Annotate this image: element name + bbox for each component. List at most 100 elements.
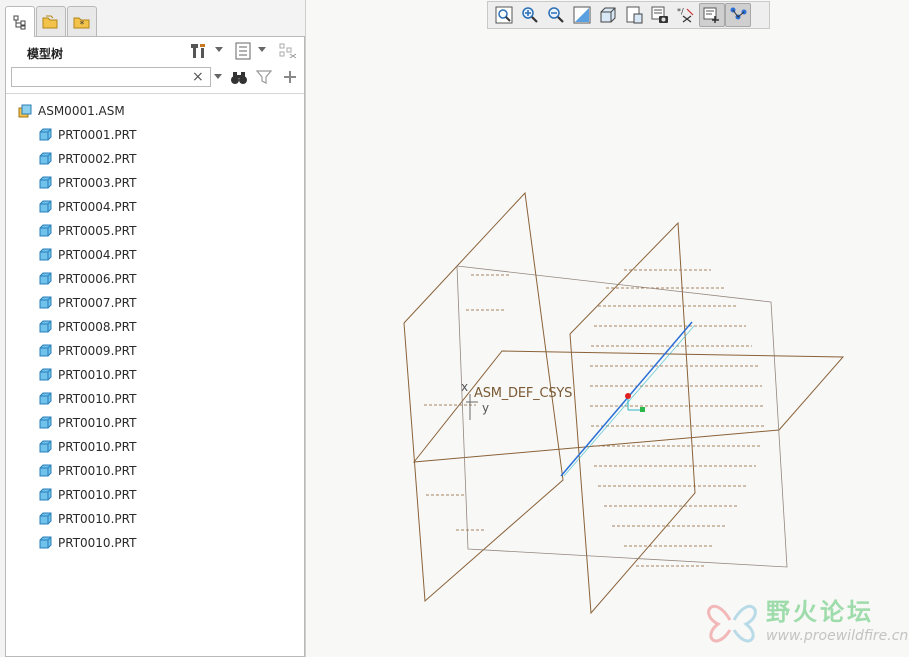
part-icon bbox=[39, 152, 52, 165]
tree-item-part[interactable]: PRT0010.PRT bbox=[38, 485, 136, 505]
model-tree-title: 模型树 bbox=[27, 47, 64, 61]
model-tree-search-input[interactable] bbox=[11, 67, 211, 87]
part-icon bbox=[39, 200, 52, 213]
zoom-in-icon bbox=[522, 7, 538, 23]
watermark-logo-icon bbox=[707, 604, 757, 643]
part-icon bbox=[39, 512, 52, 525]
saved-orientations-button[interactable] bbox=[621, 3, 647, 27]
tree-item-part[interactable]: PRT0005.PRT bbox=[38, 221, 136, 241]
tree-item-part[interactable]: PRT0008.PRT bbox=[38, 317, 136, 337]
csys-axis-y-label: y bbox=[482, 401, 490, 415]
filter-icon[interactable] bbox=[255, 67, 273, 87]
part-icon bbox=[39, 392, 52, 405]
divider bbox=[6, 93, 304, 94]
tree-item-label: PRT0010.PRT bbox=[58, 440, 137, 454]
tree-item-label: PRT0008.PRT bbox=[58, 320, 137, 334]
tree-item-part[interactable]: PRT0002.PRT bbox=[38, 149, 136, 169]
part-icon bbox=[39, 464, 52, 477]
tree-item-label: PRT0001.PRT bbox=[58, 128, 137, 142]
tree-item-part[interactable]: PRT0004.PRT bbox=[38, 245, 136, 265]
favorites-tab-icon: * bbox=[73, 17, 90, 30]
tree-item-part[interactable]: PRT0001.PRT bbox=[38, 125, 136, 145]
tree-item-part[interactable]: PRT0010.PRT bbox=[38, 509, 136, 529]
assembly-icon bbox=[18, 104, 32, 118]
model-tree-panel: 模型树 × ASM0001.ASM PRT0001.PRT PRT0002.PR… bbox=[5, 36, 305, 657]
zoom-in-button[interactable] bbox=[517, 3, 543, 27]
tree-item-part[interactable]: PRT0006.PRT bbox=[38, 269, 136, 289]
datum-display-filters-button[interactable]: */ bbox=[673, 3, 699, 27]
annotation-display-icon bbox=[730, 7, 747, 20]
zoom-out-icon bbox=[548, 7, 564, 23]
part-icon bbox=[39, 344, 52, 357]
tree-item-part[interactable]: PRT0010.PRT bbox=[38, 461, 136, 481]
tree-item-part[interactable]: PRT0010.PRT bbox=[38, 365, 136, 385]
repaint-button[interactable] bbox=[569, 3, 595, 27]
model-tree-tab-icon bbox=[13, 15, 26, 30]
part-icon bbox=[39, 440, 52, 453]
tree-item-part[interactable]: PRT0009.PRT bbox=[38, 341, 136, 361]
part-icon bbox=[39, 176, 52, 189]
tree-item-label: PRT0010.PRT bbox=[58, 392, 137, 406]
tree-item-label: PRT0004.PRT bbox=[58, 248, 137, 262]
watermark-url: www.proewildfire.cn bbox=[766, 628, 909, 644]
part-icon bbox=[39, 248, 52, 261]
part-icon bbox=[39, 536, 52, 549]
hatch-lines bbox=[424, 269, 764, 567]
spin-center-button[interactable] bbox=[699, 3, 725, 27]
datum-axis-line bbox=[560, 321, 693, 477]
watermark-text: 野火论坛 bbox=[766, 598, 874, 626]
tree-item-label: PRT0010.PRT bbox=[58, 368, 137, 382]
navigator-panel: * 模型树 × ASM0001.ASM PRT0001.PRT PRT0002.… bbox=[0, 0, 306, 657]
display-style-icon bbox=[600, 7, 616, 23]
graphics-toolbar: */ bbox=[487, 1, 770, 29]
settings-tools-icon[interactable] bbox=[190, 41, 208, 61]
tree-item-part[interactable]: PRT0003.PRT bbox=[38, 173, 136, 193]
tree-item-part[interactable]: PRT0007.PRT bbox=[38, 293, 136, 313]
tab-folder-browser[interactable] bbox=[36, 6, 66, 36]
view-manager-button[interactable] bbox=[647, 3, 673, 27]
part-icon bbox=[39, 368, 52, 381]
annotation-display-button[interactable] bbox=[725, 3, 751, 27]
refit-button[interactable] bbox=[491, 3, 517, 27]
part-icon bbox=[39, 224, 52, 237]
chevron-down-icon[interactable] bbox=[258, 45, 266, 55]
tab-favorites[interactable]: * bbox=[67, 6, 97, 36]
column-display-icon[interactable] bbox=[277, 41, 299, 61]
tree-item-label: PRT0007.PRT bbox=[58, 296, 137, 310]
tree-item-part[interactable]: PRT0010.PRT bbox=[38, 437, 136, 457]
tree-item-label: PRT0009.PRT bbox=[58, 344, 137, 358]
csys-label[interactable]: ASM_DEF_CSYS bbox=[474, 386, 572, 401]
tree-item-label: PRT0010.PRT bbox=[58, 488, 137, 502]
datum-display-filters-icon: */ bbox=[677, 7, 694, 23]
tree-item-label: PRT0010.PRT bbox=[58, 416, 137, 430]
add-icon[interactable] bbox=[281, 67, 299, 87]
refit-icon bbox=[495, 6, 513, 24]
part-icon bbox=[39, 128, 52, 141]
graphics-viewport[interactable]: x y ASM_DEF_CSYS bbox=[306, 30, 909, 657]
show-list-icon[interactable] bbox=[233, 41, 253, 61]
tree-item-part[interactable]: PRT0004.PRT bbox=[38, 197, 136, 217]
find-binoculars-icon[interactable] bbox=[229, 67, 249, 87]
tree-item-assembly[interactable]: ASM0001.ASM bbox=[18, 101, 125, 121]
part-icon bbox=[39, 416, 52, 429]
zoom-out-button[interactable] bbox=[543, 3, 569, 27]
part-icon bbox=[39, 272, 52, 285]
datum-geometry bbox=[403, 191, 845, 615]
svg-text:*: * bbox=[80, 20, 85, 30]
tree-item-part[interactable]: PRT0010.PRT bbox=[38, 533, 136, 553]
chevron-down-icon[interactable] bbox=[214, 73, 222, 81]
part-icon bbox=[39, 488, 52, 501]
folder-browser-tab-icon bbox=[42, 15, 58, 28]
part-icon bbox=[39, 320, 52, 333]
repaint-icon bbox=[573, 6, 591, 24]
chevron-down-icon[interactable] bbox=[215, 45, 223, 55]
tree-item-label: PRT0006.PRT bbox=[58, 272, 137, 286]
csys-axis-x-label: x bbox=[461, 380, 469, 394]
tree-item-label: PRT0010.PRT bbox=[58, 464, 137, 478]
tab-model-tree[interactable] bbox=[5, 6, 35, 37]
tree-item-part[interactable]: PRT0010.PRT bbox=[38, 413, 136, 433]
svg-text:*/: */ bbox=[677, 7, 684, 16]
clear-search-icon[interactable]: × bbox=[192, 68, 206, 86]
tree-item-part[interactable]: PRT0010.PRT bbox=[38, 389, 136, 409]
display-style-button[interactable] bbox=[595, 3, 621, 27]
